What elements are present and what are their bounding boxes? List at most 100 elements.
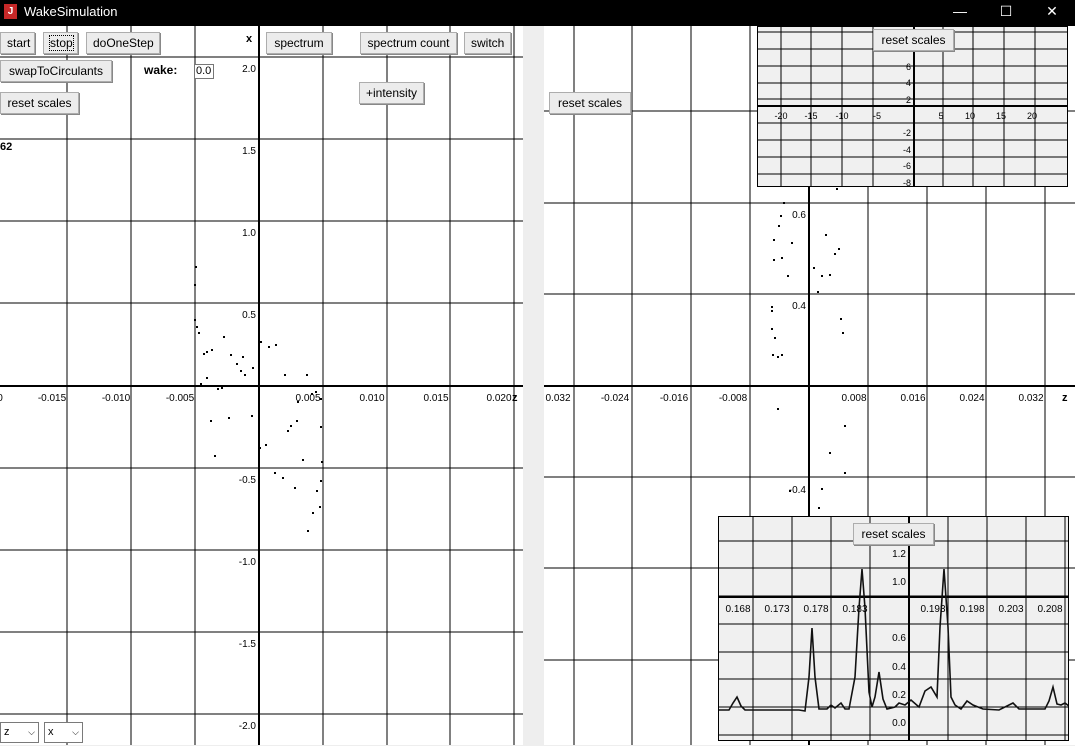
- y-tick-label: -1.0: [239, 557, 257, 568]
- stop-button[interactable]: stop: [43, 32, 78, 54]
- do-one-step-button[interactable]: doOneStep: [86, 32, 160, 54]
- x-tick-label: 0.008: [841, 393, 866, 404]
- wake-label: wake:: [144, 63, 178, 77]
- x-tick-label: 0.020: [486, 393, 511, 404]
- left-plot-canvas[interactable]: 0 -0.015 -0.010 -0.005 0.005 0.010 0.015…: [0, 26, 523, 745]
- spectrum-count-button[interactable]: spectrum count: [360, 32, 457, 54]
- spectrum-y-ticks: 1.2 1.0 0.6 0.4 0.2 0.0: [892, 549, 906, 729]
- x-tick-label: 0.193: [920, 604, 945, 615]
- maximize-button[interactable]: ☐: [983, 0, 1029, 24]
- spectrum-inset-plot[interactable]: 0.168 0.173 0.178 0.183 0.193 0.198 0.20…: [718, 516, 1069, 741]
- x-tick-label: 0.010: [359, 393, 384, 404]
- y-tick-label: 0.2: [892, 690, 906, 701]
- y-tick-label: -1.5: [239, 639, 257, 650]
- y-tick-label: 0.0: [892, 718, 906, 729]
- y-tick-label: -8: [903, 178, 911, 187]
- x-tick-label: 0.032: [545, 393, 570, 404]
- spectrum-button[interactable]: spectrum: [266, 32, 332, 54]
- x-tick-label: 0: [0, 393, 3, 404]
- reset-scales-button[interactable]: reset scales: [0, 92, 79, 114]
- x-tick-label: 0.168: [725, 604, 750, 615]
- x-tick-label: 0.208: [1037, 604, 1062, 615]
- y-tick-label: 4: [906, 78, 911, 88]
- spectrum-reset-scales-button[interactable]: reset scales: [853, 523, 934, 545]
- x-axis-name: z: [1062, 392, 1068, 404]
- x-tick-label: -0.005: [166, 393, 195, 404]
- start-button[interactable]: start: [0, 32, 35, 54]
- second-axis-select[interactable]: x ⌵: [44, 722, 83, 743]
- right-x-tick-labels: 0.032 -0.024 -0.016 -0.008 0.008 0.016 0…: [545, 393, 1043, 404]
- y-tick-label: 0.4: [892, 662, 906, 673]
- y-tick-label: 1.5: [242, 146, 256, 157]
- x-tick-label: -15: [804, 111, 817, 121]
- y-tick-label: -0.4: [789, 485, 807, 496]
- x-tick-label: 0.005: [295, 393, 320, 404]
- y-tick-label: 0.5: [242, 310, 256, 321]
- x-tick-label: 0.015: [423, 393, 448, 404]
- x-tick-label: -0.016: [660, 393, 689, 404]
- spectrum-inset-canvas[interactable]: 0.168 0.173 0.178 0.183 0.193 0.198 0.20…: [719, 517, 1069, 741]
- left-phase-plot-panel[interactable]: 0 -0.015 -0.010 -0.005 0.005 0.010 0.015…: [0, 26, 523, 745]
- left-x-tick-labels: 0 -0.015 -0.010 -0.005 0.005 0.010 0.015…: [0, 393, 512, 404]
- first-axis-select[interactable]: z ⌵: [0, 722, 39, 743]
- partial-label: 62: [0, 141, 12, 153]
- y-tick-label: 2: [906, 95, 911, 105]
- x-tick-label: 0.198: [959, 604, 984, 615]
- y-tick-label: -4: [903, 145, 911, 155]
- close-button[interactable]: ✕: [1029, 0, 1075, 24]
- title-bar: J WakeSimulation — ☐ ✕: [0, 0, 1075, 24]
- top-inset-x-ticks: -20 -15 -10 -5 5 10 15 20: [774, 111, 1037, 121]
- top-inset-plot[interactable]: -20 -15 -10 -5 5 10 15 20 6 4 2 -2 -4 -6…: [757, 26, 1068, 187]
- y-tick-label: -0.5: [239, 475, 257, 486]
- y-tick-label: 0.6: [892, 633, 906, 644]
- x-tick-label: -10: [835, 111, 848, 121]
- x-tick-label: 0.173: [764, 604, 789, 615]
- x-tick-label: 0.032: [1018, 393, 1043, 404]
- top-inset-grid: [758, 27, 1067, 186]
- wake-input[interactable]: 0.0: [194, 64, 214, 79]
- y-tick-label: -2.0: [239, 721, 257, 732]
- y-tick-label: -2: [903, 128, 911, 138]
- x-tick-label: -0.015: [38, 393, 67, 404]
- x-tick-label: -0.024: [601, 393, 630, 404]
- chevron-down-icon: ⌵: [72, 727, 79, 737]
- y-tick-label: 1.0: [242, 228, 256, 239]
- x-tick-label: -20: [774, 111, 787, 121]
- x-tick-label: 0.203: [998, 604, 1023, 615]
- left-grid: [0, 26, 523, 745]
- x-tick-label: -0.010: [102, 393, 131, 404]
- y-tick-label: 2.0: [242, 64, 256, 75]
- y-tick-label: 0.6: [792, 210, 806, 221]
- x-tick-label: 0.016: [900, 393, 925, 404]
- window-title: WakeSimulation: [24, 4, 118, 19]
- top-inset-canvas[interactable]: -20 -15 -10 -5 5 10 15 20 6 4 2 -2 -4 -6…: [758, 27, 1068, 187]
- panel-separator: [523, 26, 544, 745]
- minimize-button[interactable]: —: [937, 0, 983, 24]
- x-tick-label: 0.024: [959, 393, 984, 404]
- spectrum-x-ticks: 0.168 0.173 0.178 0.183 0.193 0.198 0.20…: [725, 604, 1062, 615]
- chevron-down-icon: ⌵: [28, 727, 35, 737]
- java-app-icon: J: [4, 4, 17, 19]
- y-axis-name: x: [246, 33, 253, 45]
- right-phase-plot-panel[interactable]: 0.032 -0.024 -0.016 -0.008 0.008 0.016 0…: [544, 26, 1075, 745]
- switch-button[interactable]: switch: [464, 32, 511, 54]
- x-tick-label: 0.183: [842, 604, 867, 615]
- x-tick-label: 15: [996, 111, 1006, 121]
- intensity-button[interactable]: +intensity: [359, 82, 424, 104]
- y-tick-label: -6: [903, 161, 911, 171]
- y-tick-label: 0.4: [792, 301, 806, 312]
- y-tick-label: 1.0: [892, 577, 906, 588]
- right-y-tick-labels: 0.6 0.4 -0.4: [789, 210, 807, 496]
- x-tick-label: -0.008: [719, 393, 748, 404]
- swap-to-circulants-button[interactable]: swapToCirculants: [0, 60, 112, 82]
- y-tick-label: 6: [906, 62, 911, 72]
- x-tick-label: -5: [873, 111, 881, 121]
- x-axis-name: z: [512, 392, 518, 404]
- y-tick-label: 1.2: [892, 549, 906, 560]
- top-inset-y-ticks: 6 4 2 -2 -4 -6 -8: [903, 62, 911, 187]
- x-tick-label: 0.178: [803, 604, 828, 615]
- top-inset-reset-scales-button[interactable]: reset scales: [873, 29, 954, 51]
- right-reset-scales-button[interactable]: reset scales: [549, 92, 631, 114]
- x-tick-label: 20: [1027, 111, 1037, 121]
- x-tick-label: 10: [965, 111, 975, 121]
